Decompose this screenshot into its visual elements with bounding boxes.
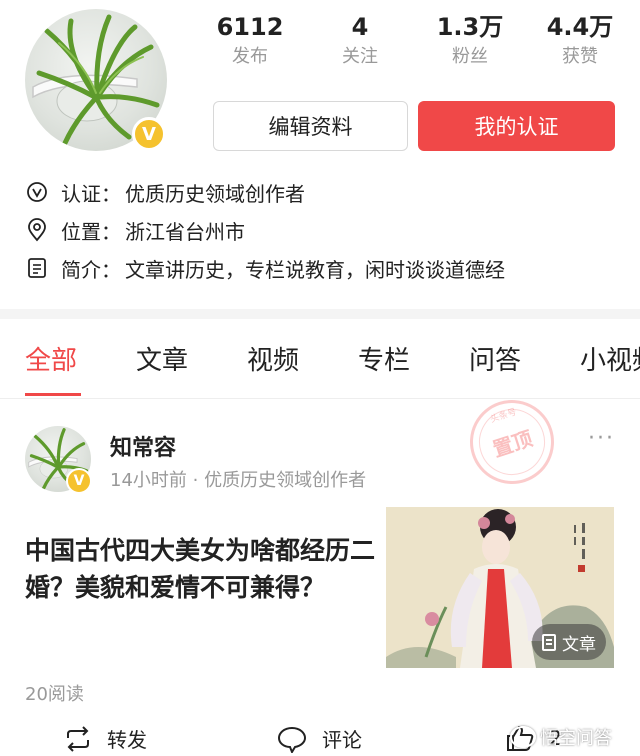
active-tab-indicator [25, 393, 81, 396]
stat-likes[interactable]: 4.4万 获赞 [525, 10, 635, 70]
info-value: 浙江省台州市 [125, 219, 245, 244]
watermark-text: 悟空问答 [540, 728, 612, 749]
tab-videos[interactable]: 视频 [247, 340, 299, 377]
info-key: 认证： [61, 181, 121, 206]
stat-label: 获赞 [562, 46, 598, 67]
profile-stats: 6112 发布 4 关注 1.3万 粉丝 4.4万 获赞 [195, 10, 635, 70]
stat-label: 粉丝 [452, 46, 488, 67]
comment-label: 评论 [322, 728, 362, 752]
repost-button[interactable]: 转发 [63, 724, 147, 753]
more-options-icon[interactable]: ··· [588, 426, 615, 451]
tab-articles[interactable]: 文章 [136, 340, 188, 377]
wukong-logo-icon [510, 726, 536, 748]
comment-icon [277, 726, 307, 753]
pinned-stamp: 头条号 置顶 [459, 389, 565, 495]
verified-v-badge: V [66, 468, 92, 494]
tab-short-videos[interactable]: 小视频 [580, 340, 640, 377]
section-divider [0, 309, 640, 319]
post-meta: 14小时前 · 优质历史领域创作者 [110, 470, 367, 491]
article-icon [542, 633, 556, 651]
stamp-inner-ring: 置顶 [470, 400, 554, 484]
tab-columns[interactable]: 专栏 [358, 340, 410, 377]
info-key: 位置： [61, 219, 121, 244]
post-headline[interactable]: 中国古代四大美女为啥都经历二婚？美貌和爱情不可兼得？ [25, 532, 375, 606]
verified-icon [25, 180, 49, 204]
repost-label: 转发 [107, 728, 147, 752]
tab-all[interactable]: 全部 [25, 340, 77, 377]
stat-value: 6112 [216, 13, 284, 41]
wukong-watermark: 悟空问答 [510, 724, 612, 750]
stat-posts[interactable]: 6112 发布 [195, 10, 305, 70]
stamp-text: 置顶 [489, 425, 536, 462]
my-certification-button[interactable]: 我的认证 [418, 101, 615, 151]
stat-label: 发布 [232, 46, 268, 67]
stat-following[interactable]: 4 关注 [305, 10, 415, 70]
info-row-certification: 认证： 优质历史领域创作者 [25, 176, 305, 208]
author-name[interactable]: 知常容 [110, 430, 176, 462]
repost-icon [67, 725, 89, 752]
article-tag: 文章 [532, 624, 606, 660]
document-icon [25, 256, 49, 280]
stat-label: 关注 [342, 46, 378, 67]
verified-v-badge: V [132, 117, 166, 151]
location-pin-icon [25, 218, 49, 242]
stat-value: 4.4万 [546, 13, 614, 41]
stat-followers[interactable]: 1.3万 粉丝 [415, 10, 525, 70]
info-key: 简介： [61, 257, 121, 282]
content-tabs: 全部 文章 视频 专栏 问答 小视频 [0, 330, 640, 390]
read-count: 20阅读 [25, 684, 84, 705]
info-row-bio: 简介： 文章讲历史，专栏说教育，闲时谈谈道德经 [25, 252, 505, 284]
info-value: 优质历史领域创作者 [125, 181, 305, 206]
stat-value: 4 [351, 13, 369, 41]
tab-qa[interactable]: 问答 [469, 340, 521, 377]
edit-profile-button[interactable]: 编辑资料 [213, 101, 408, 151]
stat-value: 1.3万 [436, 13, 504, 41]
info-value: 文章讲历史，专栏说教育，闲时谈谈道德经 [125, 257, 505, 282]
tabs-divider [0, 398, 640, 399]
article-tag-label: 文章 [562, 634, 596, 655]
comment-button[interactable]: 评论 [276, 724, 362, 753]
info-row-location: 位置： 浙江省台州市 [25, 214, 245, 246]
